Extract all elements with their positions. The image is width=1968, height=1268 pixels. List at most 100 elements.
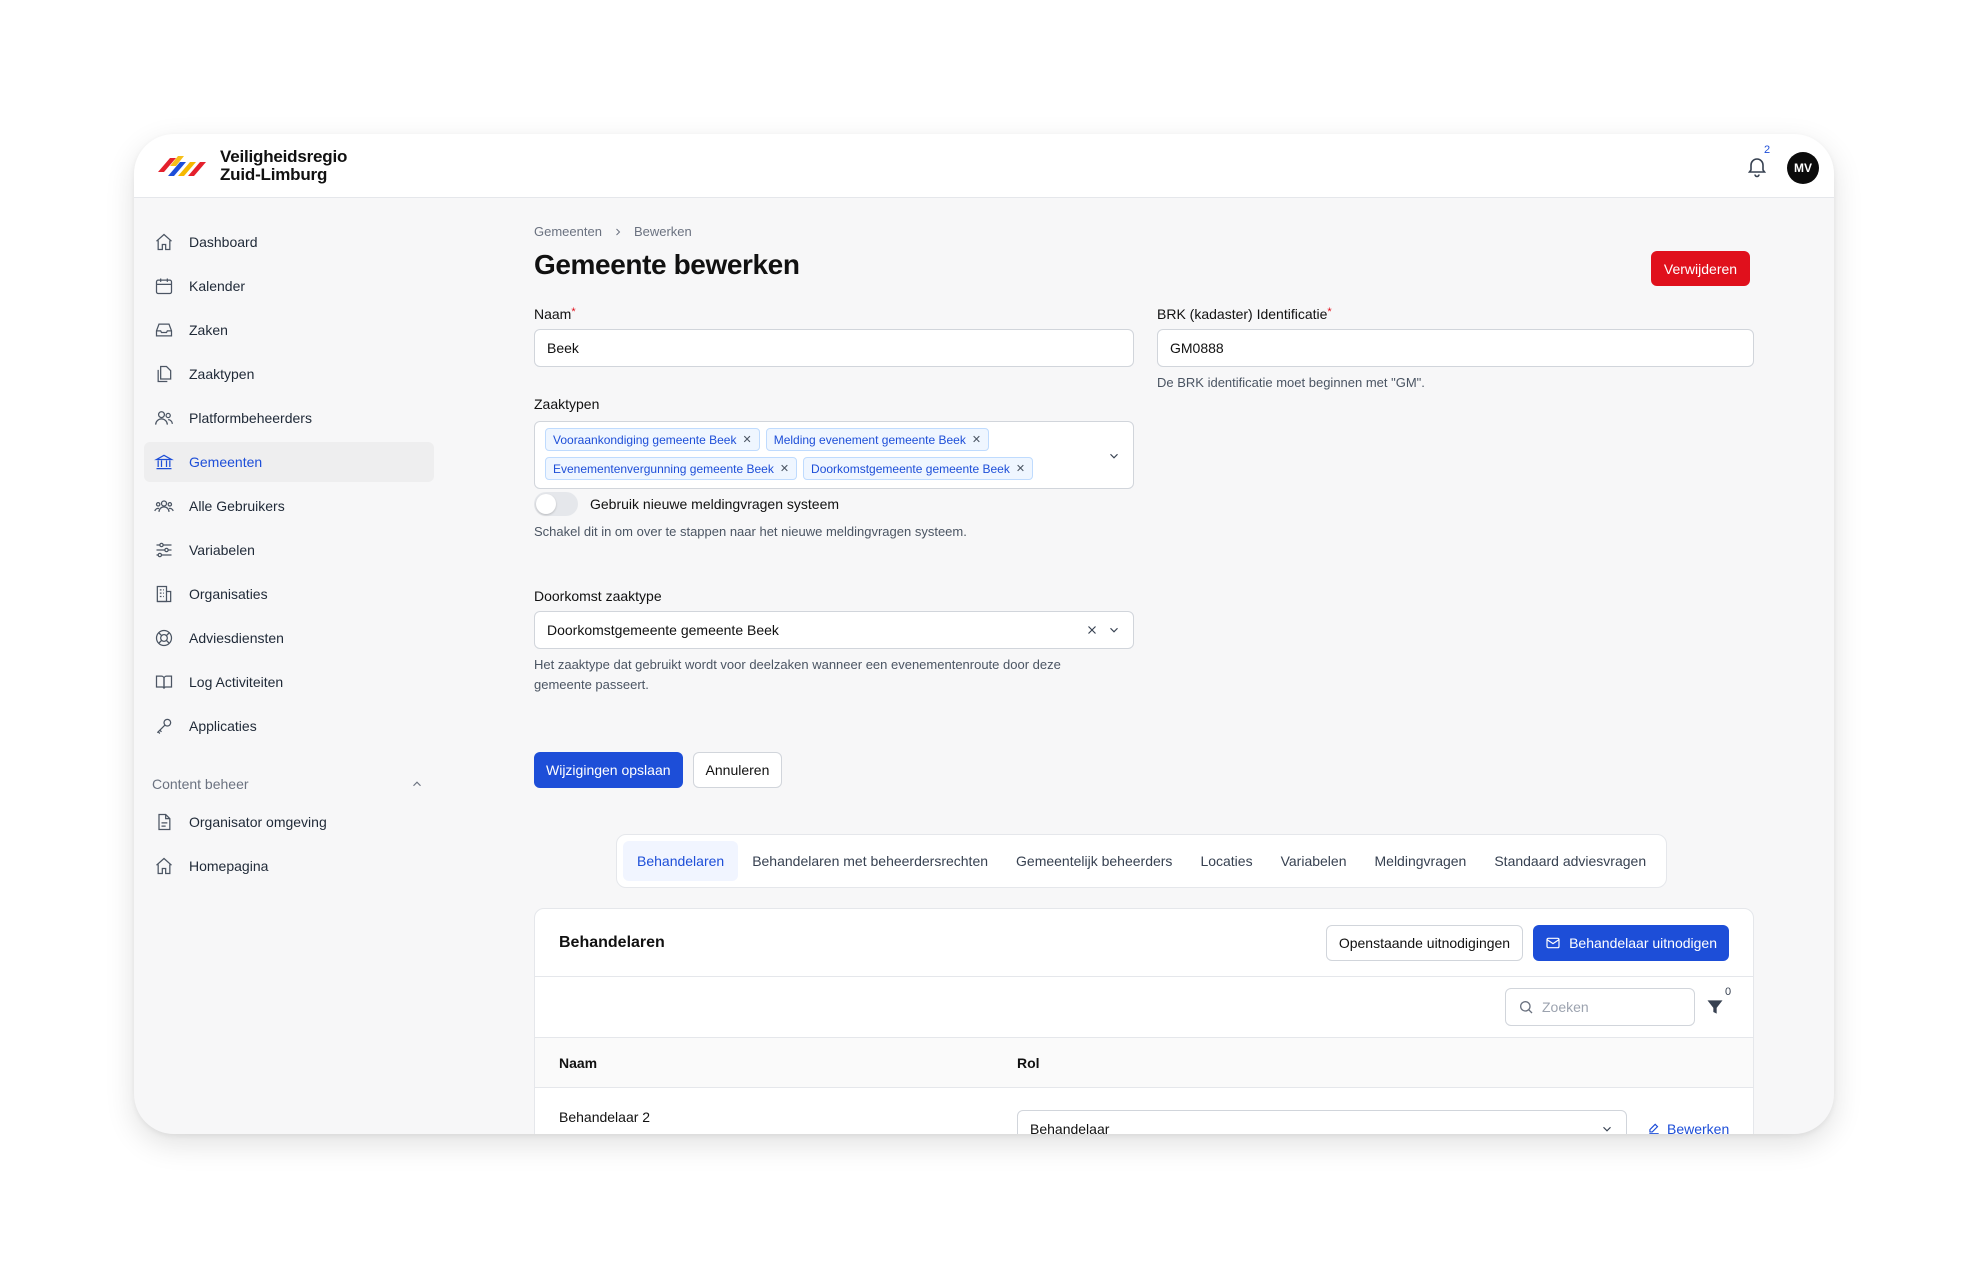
- tab-behandelaren-beheerdersrechten[interactable]: Behandelaren met beheerdersrechten: [738, 841, 1002, 881]
- avatar[interactable]: MV: [1787, 152, 1819, 184]
- tag-label: Vooraankondiging gemeente Beek: [553, 432, 737, 447]
- sidebar-item-organisaties[interactable]: Organisaties: [144, 574, 434, 614]
- building-icon: [156, 585, 172, 603]
- search-input[interactable]: Zoeken: [1505, 988, 1695, 1026]
- sidebar-item-homepagina[interactable]: Homepagina: [144, 846, 434, 886]
- sidebar-item-alle-gebruikers[interactable]: Alle Gebruikers: [144, 486, 434, 526]
- column-header-naam: Naam: [559, 1054, 598, 1071]
- key-icon: [156, 718, 172, 734]
- brk-field-group: BRK (kadaster) Identificatie* GM0888 De …: [1157, 306, 1754, 393]
- delete-button[interactable]: Verwijderen: [1651, 251, 1750, 286]
- meldingvragen-toggle[interactable]: [534, 492, 578, 516]
- name-label-text: Naam: [534, 306, 572, 322]
- sidebar-item-kalender[interactable]: Kalender: [144, 266, 434, 306]
- sidebar-item-applicaties[interactable]: Applicaties: [144, 706, 434, 746]
- zaaktypen-field-group: Zaaktypen Vooraankondiging gemeente Beek…: [534, 396, 1134, 489]
- tab-variabelen[interactable]: Variabelen: [1267, 841, 1361, 881]
- brand-name: Veiligheidsregio Zuid-Limburg: [220, 148, 347, 184]
- home-icon: [156, 857, 172, 875]
- users-icon: [155, 411, 173, 425]
- section-title: Content beheer: [152, 776, 249, 792]
- calendar-icon: [155, 278, 173, 295]
- search-icon: [1520, 1001, 1533, 1014]
- tag-label: Melding evenement gemeente Beek: [773, 432, 966, 447]
- name-field-group: Naam* Beek: [534, 306, 1134, 367]
- select-actions: [1085, 623, 1121, 637]
- edit-link[interactable]: Bewerken: [1647, 1121, 1729, 1134]
- doorkomst-help-text: Het zaaktype dat gebruikt wordt voor dee…: [534, 657, 1061, 692]
- app-window: Veiligheidsregio Zuid-Limburg 2 MV Dashb…: [134, 134, 1834, 1134]
- filter-icon[interactable]: [1705, 997, 1725, 1017]
- pending-invitations-button[interactable]: Openstaande uitnodigingen: [1325, 924, 1524, 961]
- form-actions: Wijzigingen opslaan Annuleren: [534, 752, 783, 788]
- brk-help-text: De BRK identificatie moet beginnen met "…: [1157, 375, 1425, 390]
- sidebar-item-log-activiteiten[interactable]: Log Activiteiten: [144, 662, 434, 702]
- remove-tag-icon[interactable]: ✕: [780, 462, 789, 475]
- remove-tag-icon[interactable]: ✕: [1016, 462, 1025, 475]
- brk-label-text: BRK (kadaster) Identificatie: [1157, 306, 1328, 322]
- toggle-help-text: Schakel dit in om over te stappen naar h…: [534, 524, 967, 539]
- brand-logo[interactable]: Veiligheidsregio Zuid-Limburg: [156, 148, 347, 184]
- table-header: Naam Rol: [535, 1038, 1753, 1088]
- invite-label: Behandelaar uitnodigen: [1569, 934, 1717, 951]
- toggle-row: Gebruik nieuwe meldingvragen systeem: [534, 492, 1134, 516]
- tab-bar: Behandelaren Behandelaren met beheerders…: [616, 834, 1668, 888]
- sidebar-item-dashboard[interactable]: Dashboard: [144, 222, 434, 262]
- remove-tag-icon[interactable]: ✕: [742, 433, 751, 446]
- sidebar-item-platformbeheerders[interactable]: Platformbeheerders: [144, 398, 434, 438]
- sidebar-item-zaaktypen[interactable]: Zaaktypen: [144, 354, 434, 394]
- main-content: Gemeenten Bewerken Gemeente bewerken Ver…: [534, 224, 1754, 1134]
- tab-standaard-adviesvragen[interactable]: Standaard adviesvragen: [1480, 841, 1660, 881]
- breadcrumb: Gemeenten Bewerken: [534, 224, 1754, 239]
- invite-behandelaar-button[interactable]: Behandelaar uitnodigen: [1533, 924, 1729, 961]
- behandelaren-card: Behandelaren Openstaande uitnodigingen B…: [534, 908, 1754, 1134]
- breadcrumb-parent[interactable]: Gemeenten: [534, 224, 602, 239]
- sidebar-item-adviesdiensten[interactable]: Adviesdiensten: [144, 618, 434, 658]
- bell-icon[interactable]: [1745, 154, 1769, 178]
- table-toolbar: Zoeken 0: [535, 977, 1753, 1038]
- meldingvragen-toggle-group: Gebruik nieuwe meldingvragen systeem Sch…: [534, 492, 1134, 542]
- sidebar-item-label: Variabelen: [189, 542, 255, 558]
- brk-input[interactable]: GM0888: [1157, 329, 1754, 367]
- sidebar-item-organisator-omgeving[interactable]: Organisator omgeving: [144, 802, 434, 842]
- role-select[interactable]: Behandelaar: [1017, 1110, 1627, 1134]
- doorkomst-value: Doorkomstgemeente gemeente Beek: [547, 622, 779, 638]
- tab-gemeentelijk-beheerders[interactable]: Gemeentelijk beheerders: [1002, 841, 1186, 881]
- sidebar-section-content-beheer[interactable]: Content beheer: [144, 766, 434, 802]
- mail-icon: [1546, 937, 1560, 948]
- chevron-down-icon[interactable]: [1107, 623, 1121, 637]
- clear-icon[interactable]: [1085, 623, 1099, 637]
- remove-tag-icon[interactable]: ✕: [972, 433, 981, 446]
- book-icon: [155, 675, 173, 689]
- zaaktype-tag: Melding evenement gemeente Beek ✕: [765, 428, 990, 451]
- tab-locaties[interactable]: Locaties: [1186, 841, 1266, 881]
- sidebar-item-variabelen[interactable]: Variabelen: [144, 530, 434, 570]
- name-input[interactable]: Beek: [534, 329, 1134, 367]
- zaaktype-tag: Vooraankondiging gemeente Beek ✕: [545, 428, 760, 451]
- card-actions: Openstaande uitnodigingen Behandelaar ui…: [1325, 924, 1729, 961]
- toggle-label: Gebruik nieuwe meldingvragen systeem: [590, 496, 840, 512]
- bank-icon: [154, 454, 174, 470]
- sidebar-item-label: Gemeenten: [189, 454, 263, 470]
- sidebar-item-label: Log Activiteiten: [189, 674, 284, 690]
- doorkomst-label: Doorkomst zaaktype: [534, 588, 662, 604]
- name-label: Naam*: [534, 306, 1134, 322]
- zaaktypen-multiselect[interactable]: Vooraankondiging gemeente Beek ✕ Melding e…: [534, 421, 1134, 489]
- sidebar-item-label: Platformbeheerders: [189, 410, 312, 426]
- doorkomst-select[interactable]: Doorkomstgemeente gemeente Beek: [534, 611, 1134, 649]
- zaaktypen-label: Zaaktypen: [534, 396, 600, 412]
- tag-label: Evenementenvergunning gemeente Beek: [553, 461, 774, 476]
- role-value: Behandelaar: [1030, 1121, 1110, 1134]
- sidebar-item-zaken[interactable]: Zaken: [144, 310, 434, 350]
- home-icon: [156, 233, 172, 251]
- save-button[interactable]: Wijzigingen opslaan: [534, 752, 683, 788]
- tab-meldingvragen[interactable]: Meldingvragen: [1361, 841, 1481, 881]
- cancel-button[interactable]: Annuleren: [692, 752, 783, 788]
- chevron-down-icon[interactable]: [1107, 449, 1121, 463]
- sliders-icon: [156, 542, 172, 558]
- doorkomst-field-group: Doorkomst zaaktype Doorkomstgemeente gem…: [534, 588, 1134, 695]
- sidebar-item-label: Adviesdiensten: [189, 630, 284, 646]
- table-row: Behandelaar 2 Behandelaar Bewerken: [535, 1088, 1753, 1134]
- sidebar-item-gemeenten[interactable]: Gemeenten: [144, 442, 434, 482]
- tab-behandelaren[interactable]: Behandelaren: [623, 841, 739, 881]
